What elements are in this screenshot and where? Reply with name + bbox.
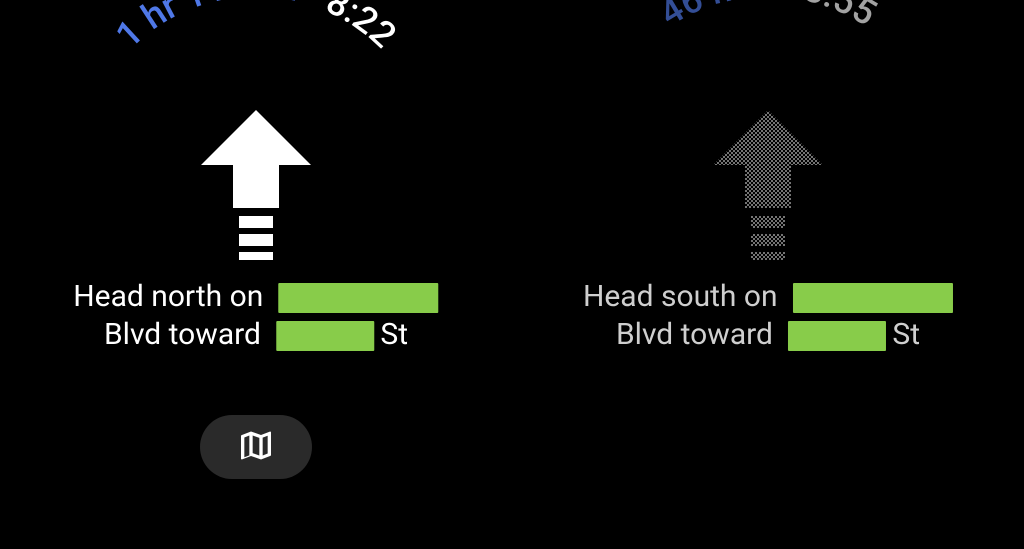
duration-text: 1 hr 11 min [108,0,303,56]
instruction-text: Head north on Blvd toward St [73,278,438,353]
direction-arrow-icon [201,110,311,260]
arrival-time-text: 8:55 [799,0,883,34]
redacted-road-name [793,283,953,313]
instruction-line2-suffix: St [380,317,408,352]
instruction-line2-suffix: St [892,317,920,352]
svg-text:46 min · 8:55: 46 min · 8:55 [652,0,884,34]
nav-panel-aod: 46 min · 8:55 Head south on Blvd toward … [512,0,1024,549]
instruction-line2-prefix: Blvd toward [616,317,780,352]
arrival-time-text: 8:22 [320,0,405,56]
duration-text: 46 min [652,0,774,34]
nav-panel-active: 1 hr 11 min · 8:22 Head north on Blvd to… [0,0,512,549]
direction-arrow-icon [713,110,823,260]
open-map-button[interactable] [200,415,312,479]
instruction-line1-prefix: Head north on [73,279,270,314]
redacted-toward-name [276,321,374,351]
redacted-road-name [279,283,439,313]
instruction-text: Head south on Blvd toward St [583,278,953,353]
svg-text:1 hr 11 min · 8:22: 1 hr 11 min · 8:22 [108,0,405,56]
map-icon [236,427,276,467]
redacted-toward-name [788,321,886,351]
instruction-line2-prefix: Blvd toward [104,317,268,352]
instruction-line1-prefix: Head south on [583,279,785,314]
